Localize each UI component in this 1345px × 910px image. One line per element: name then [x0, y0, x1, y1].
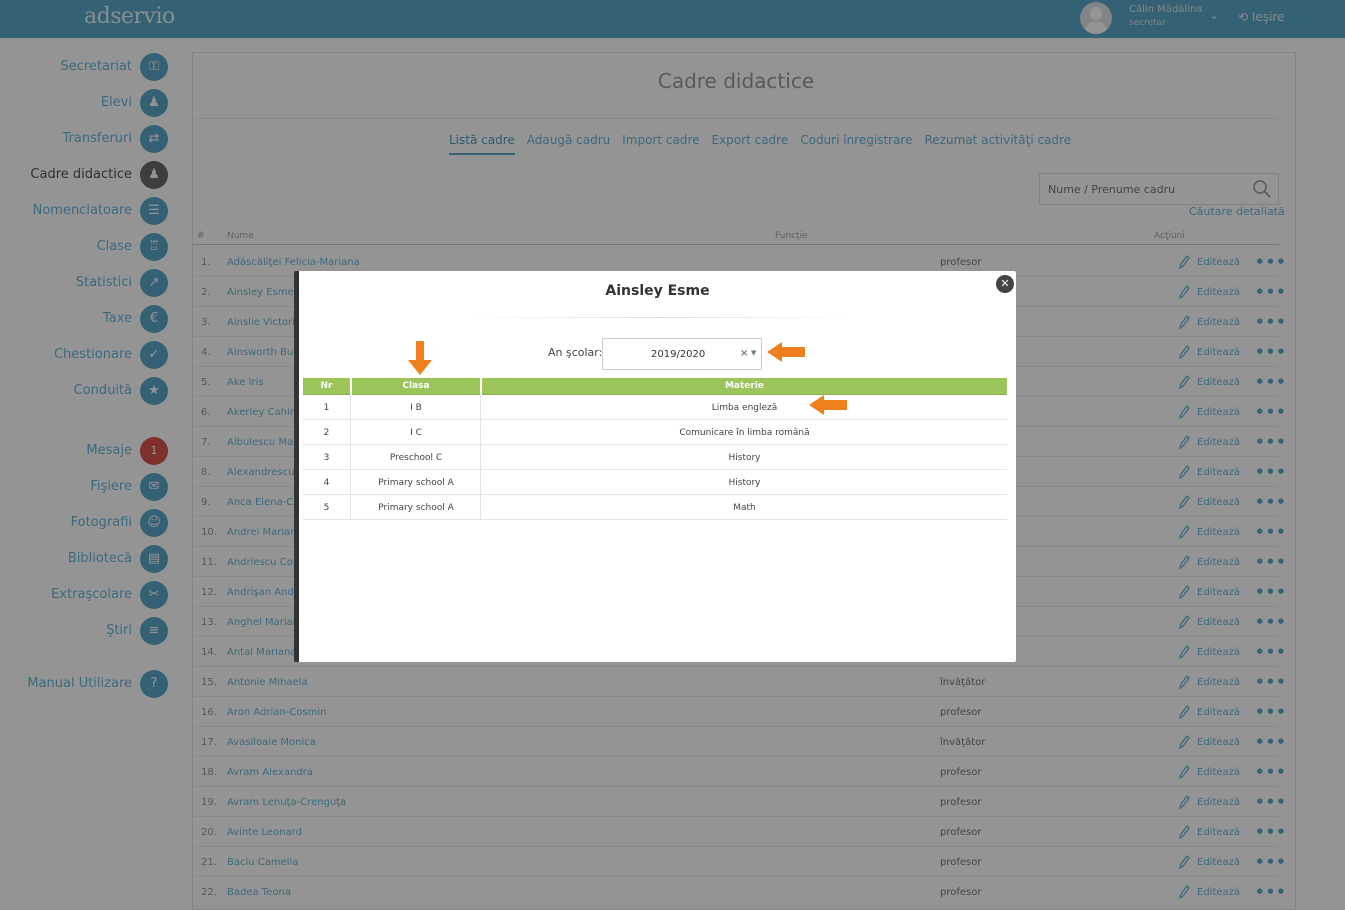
row-materie: Math: [733, 503, 756, 513]
col-materie: Materie: [724, 381, 765, 391]
row-nr: 4: [323, 478, 330, 488]
row-clasa: I C: [410, 428, 422, 438]
table-row: 4 Primary school A History: [303, 470, 1007, 495]
close-icon[interactable]: ✕: [996, 275, 1014, 293]
school-year-label: An şcolar:: [548, 346, 603, 359]
row-nr: 3: [323, 453, 330, 463]
clear-icon[interactable]: ×: [740, 348, 748, 359]
col-clasa: Clasa: [402, 381, 430, 391]
col-nr: Nr: [320, 381, 333, 391]
arrow-down-icon: [408, 341, 432, 375]
modal-title: Ainsley Esme: [605, 283, 710, 299]
table-row: 5 Primary school A Math: [303, 495, 1007, 520]
row-nr: 2: [323, 428, 330, 438]
row-clasa: Primary school A: [378, 478, 454, 488]
row-clasa: Preschool C: [389, 453, 443, 463]
row-materie: History: [728, 478, 761, 488]
arrow-left-icon: [767, 342, 805, 362]
table-row: 2 I C Comunicare în limba română: [303, 420, 1007, 445]
table-row: 1 I B Limba engleză: [303, 395, 1007, 420]
row-materie: Comunicare în limba română: [679, 428, 810, 438]
row-materie: History: [728, 453, 761, 463]
school-year-select[interactable]: 2019/2020 × ▼: [602, 338, 762, 370]
divider: [467, 317, 853, 318]
row-clasa: I B: [410, 403, 422, 413]
classes-table-header: Nr Clasa Materie: [303, 378, 1007, 395]
row-clasa: Primary school A: [378, 503, 454, 513]
table-row: 3 Preschool C History: [303, 445, 1007, 470]
arrow-left-icon: [809, 395, 847, 415]
row-nr: 1: [323, 403, 330, 413]
school-year-value: 2019/2020: [651, 349, 706, 360]
row-materie: Limba engleză: [711, 403, 778, 413]
row-nr: 5: [323, 503, 330, 513]
teacher-classes-modal: Ainsley Esme ✕ An şcolar: 2019/2020 × ▼ …: [294, 271, 1016, 662]
chevron-down-icon[interactable]: ▼: [751, 349, 756, 357]
